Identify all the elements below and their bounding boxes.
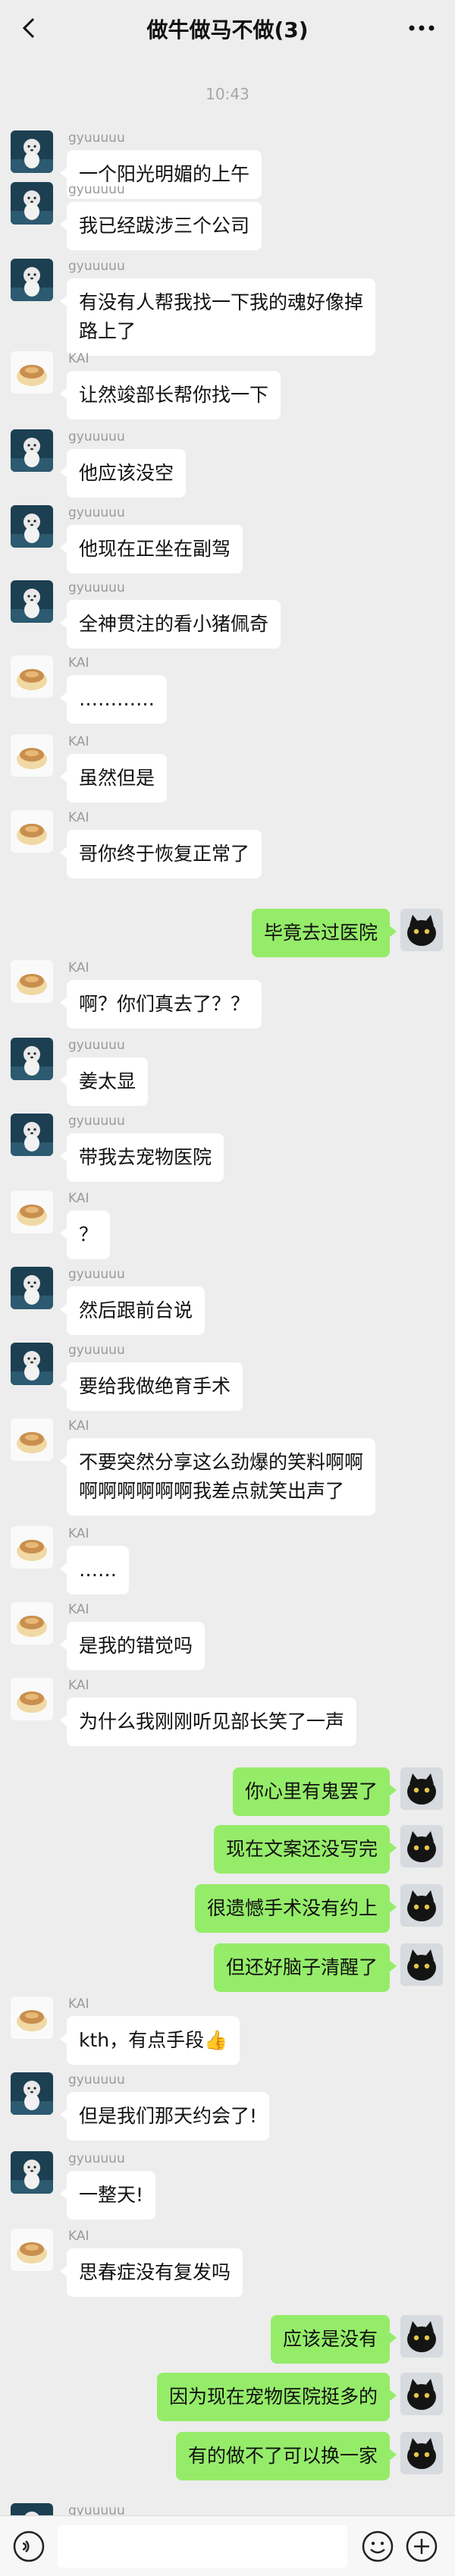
sender-name: KAI (68, 2229, 89, 2244)
voice-icon[interactable] (12, 2530, 46, 2563)
bun-avatar[interactable] (11, 1602, 53, 1645)
cat-avatar[interactable] (400, 2432, 443, 2474)
sender-name: gyuuuuu (68, 1343, 125, 1358)
message-bubble[interactable]: 有没有人帮我找一下我的魂好像掉 路上了 (59, 278, 376, 356)
sender-name: KAI (68, 734, 89, 749)
message-bubble[interactable]: 应该是没有 (270, 2315, 397, 2364)
cat-avatar[interactable] (400, 1767, 443, 1810)
message-bubble[interactable]: 我已经跋涉三个公司 (59, 202, 262, 250)
message-bubble[interactable]: 不要突然分享这么劲爆的笑料啊啊 啊啊啊啊啊啊我差点就笑出声了 (59, 1438, 376, 1516)
message-bubble[interactable]: 哥你终于恢复正常了 (59, 830, 262, 878)
input-bar (0, 2515, 455, 2576)
emoji-icon[interactable] (361, 2530, 394, 2563)
message-bubble[interactable]: 你心里有鬼罢了 (232, 1767, 397, 1816)
dog-avatar[interactable] (11, 130, 53, 173)
sender-name: gyuuuuu (68, 259, 125, 274)
message-bubble[interactable]: 现在文案还没写完 (213, 1825, 397, 1874)
sender-name: KAI (68, 1191, 89, 1206)
dog-avatar[interactable] (11, 429, 53, 472)
dog-avatar[interactable] (11, 2072, 53, 2115)
dog-avatar[interactable] (11, 580, 53, 623)
dog-avatar[interactable] (11, 505, 53, 548)
bun-avatar[interactable] (11, 1526, 53, 1569)
bun-avatar[interactable] (11, 2229, 53, 2271)
bun-avatar[interactable] (11, 1418, 53, 1461)
message-bubble[interactable]: 让然竣部长帮你找一下 (59, 371, 281, 419)
cat-avatar[interactable] (400, 1943, 443, 1986)
dog-avatar[interactable] (11, 259, 53, 301)
message-bubble[interactable]: 全神贯注的看小猪佩奇 (59, 600, 281, 649)
message-bubble[interactable]: ？ (59, 1211, 111, 1259)
message-timestamp: 10:43 (206, 85, 249, 103)
dog-avatar[interactable] (11, 1038, 53, 1080)
dog-avatar[interactable] (11, 2151, 53, 2194)
dog-avatar[interactable] (11, 182, 53, 225)
cat-avatar[interactable] (400, 909, 443, 951)
message-bubble[interactable]: 但是我们那天约会了! (59, 2092, 270, 2141)
dog-avatar[interactable] (11, 1114, 53, 1156)
cat-avatar[interactable] (400, 1884, 443, 1927)
sender-name: KAI (68, 1418, 89, 1434)
bun-avatar[interactable] (11, 960, 53, 1003)
message-bubble[interactable]: 有的做不了可以换一家 (175, 2432, 397, 2480)
message-bubble[interactable]: 他应该没空 (59, 449, 187, 498)
bun-avatar[interactable] (11, 734, 53, 777)
sender-name: gyuuuuu (68, 130, 125, 146)
cat-avatar[interactable] (400, 2315, 443, 2358)
bun-avatar[interactable] (11, 1996, 53, 2039)
cat-avatar[interactable] (400, 2373, 443, 2415)
message-bubble[interactable]: …… (60, 1546, 129, 1594)
message-bubble[interactable]: 毕竟去过医院 (251, 909, 397, 957)
message-bubble[interactable]: kth，有点手段👍 (59, 2016, 240, 2065)
cat-avatar[interactable] (400, 1825, 443, 1868)
bun-avatar[interactable] (11, 1191, 53, 1233)
message-bubble[interactable]: 很遗憾手术没有约上 (194, 1884, 397, 1933)
message-bubble[interactable]: 因为现在宠物医院挺多的 (156, 2373, 397, 2421)
sender-name: gyuuuuu (68, 580, 125, 595)
sender-name: gyuuuuu (68, 1114, 125, 1129)
sender-name: KAI (68, 1996, 89, 2012)
bun-avatar[interactable] (11, 810, 53, 853)
dog-avatar[interactable] (11, 1267, 53, 1309)
sender-name: KAI (68, 1526, 89, 1541)
message-bubble[interactable]: 是我的错觉吗 (59, 1622, 206, 1670)
sender-name: KAI (68, 655, 89, 671)
message-bubble[interactable]: 要给我做绝育手术 (59, 1362, 243, 1411)
message-bubble[interactable]: 姜太显 (59, 1057, 149, 1106)
sender-name: KAI (68, 1602, 89, 1617)
message-bubble[interactable]: 一整天! (59, 2171, 156, 2219)
sender-name: KAI (68, 810, 89, 825)
sender-name: gyuuuuu (68, 2151, 125, 2166)
sender-name: gyuuuuu (68, 1038, 125, 1053)
sender-name: gyuuuuu (68, 429, 125, 445)
sender-name: gyuuuuu (68, 2072, 125, 2088)
message-bubble[interactable]: 思春症没有复发吗 (59, 2248, 243, 2297)
sender-name: gyuuuuu (68, 1267, 125, 1282)
message-input[interactable] (58, 2525, 347, 2568)
bun-avatar[interactable] (11, 655, 53, 698)
message-bubble[interactable]: 啊？你们真去了？？ (59, 980, 262, 1029)
bun-avatar[interactable] (11, 1678, 53, 1720)
sender-name: KAI (68, 960, 89, 975)
plus-icon[interactable] (405, 2530, 438, 2563)
message-bubble[interactable]: 虽然但是 (59, 754, 168, 803)
sender-name: KAI (68, 351, 89, 366)
message-bubble[interactable]: 带我去宠物医院 (59, 1133, 224, 1182)
more-dots-icon[interactable] (406, 17, 437, 39)
sender-name: gyuuuuu (68, 182, 125, 197)
message-bubble[interactable]: 但还好脑子清醒了 (213, 1943, 397, 1992)
sender-name: gyuuuuu (68, 505, 125, 520)
message-bubble[interactable]: ………… (60, 675, 167, 724)
chat-title: 做牛做马不做(3) (146, 17, 309, 42)
chat-header: 做牛做马不做(3) (0, 0, 455, 59)
message-bubble[interactable]: 然后跟前台说 (59, 1286, 206, 1335)
bun-avatar[interactable] (11, 351, 53, 394)
dog-avatar[interactable] (11, 1343, 53, 1385)
message-bubble[interactable]: 他现在正坐在副驾 (59, 525, 243, 573)
sender-name: KAI (68, 1678, 89, 1693)
message-bubble[interactable]: 为什么我刚刚听见部长笑了一声 (59, 1698, 357, 1746)
